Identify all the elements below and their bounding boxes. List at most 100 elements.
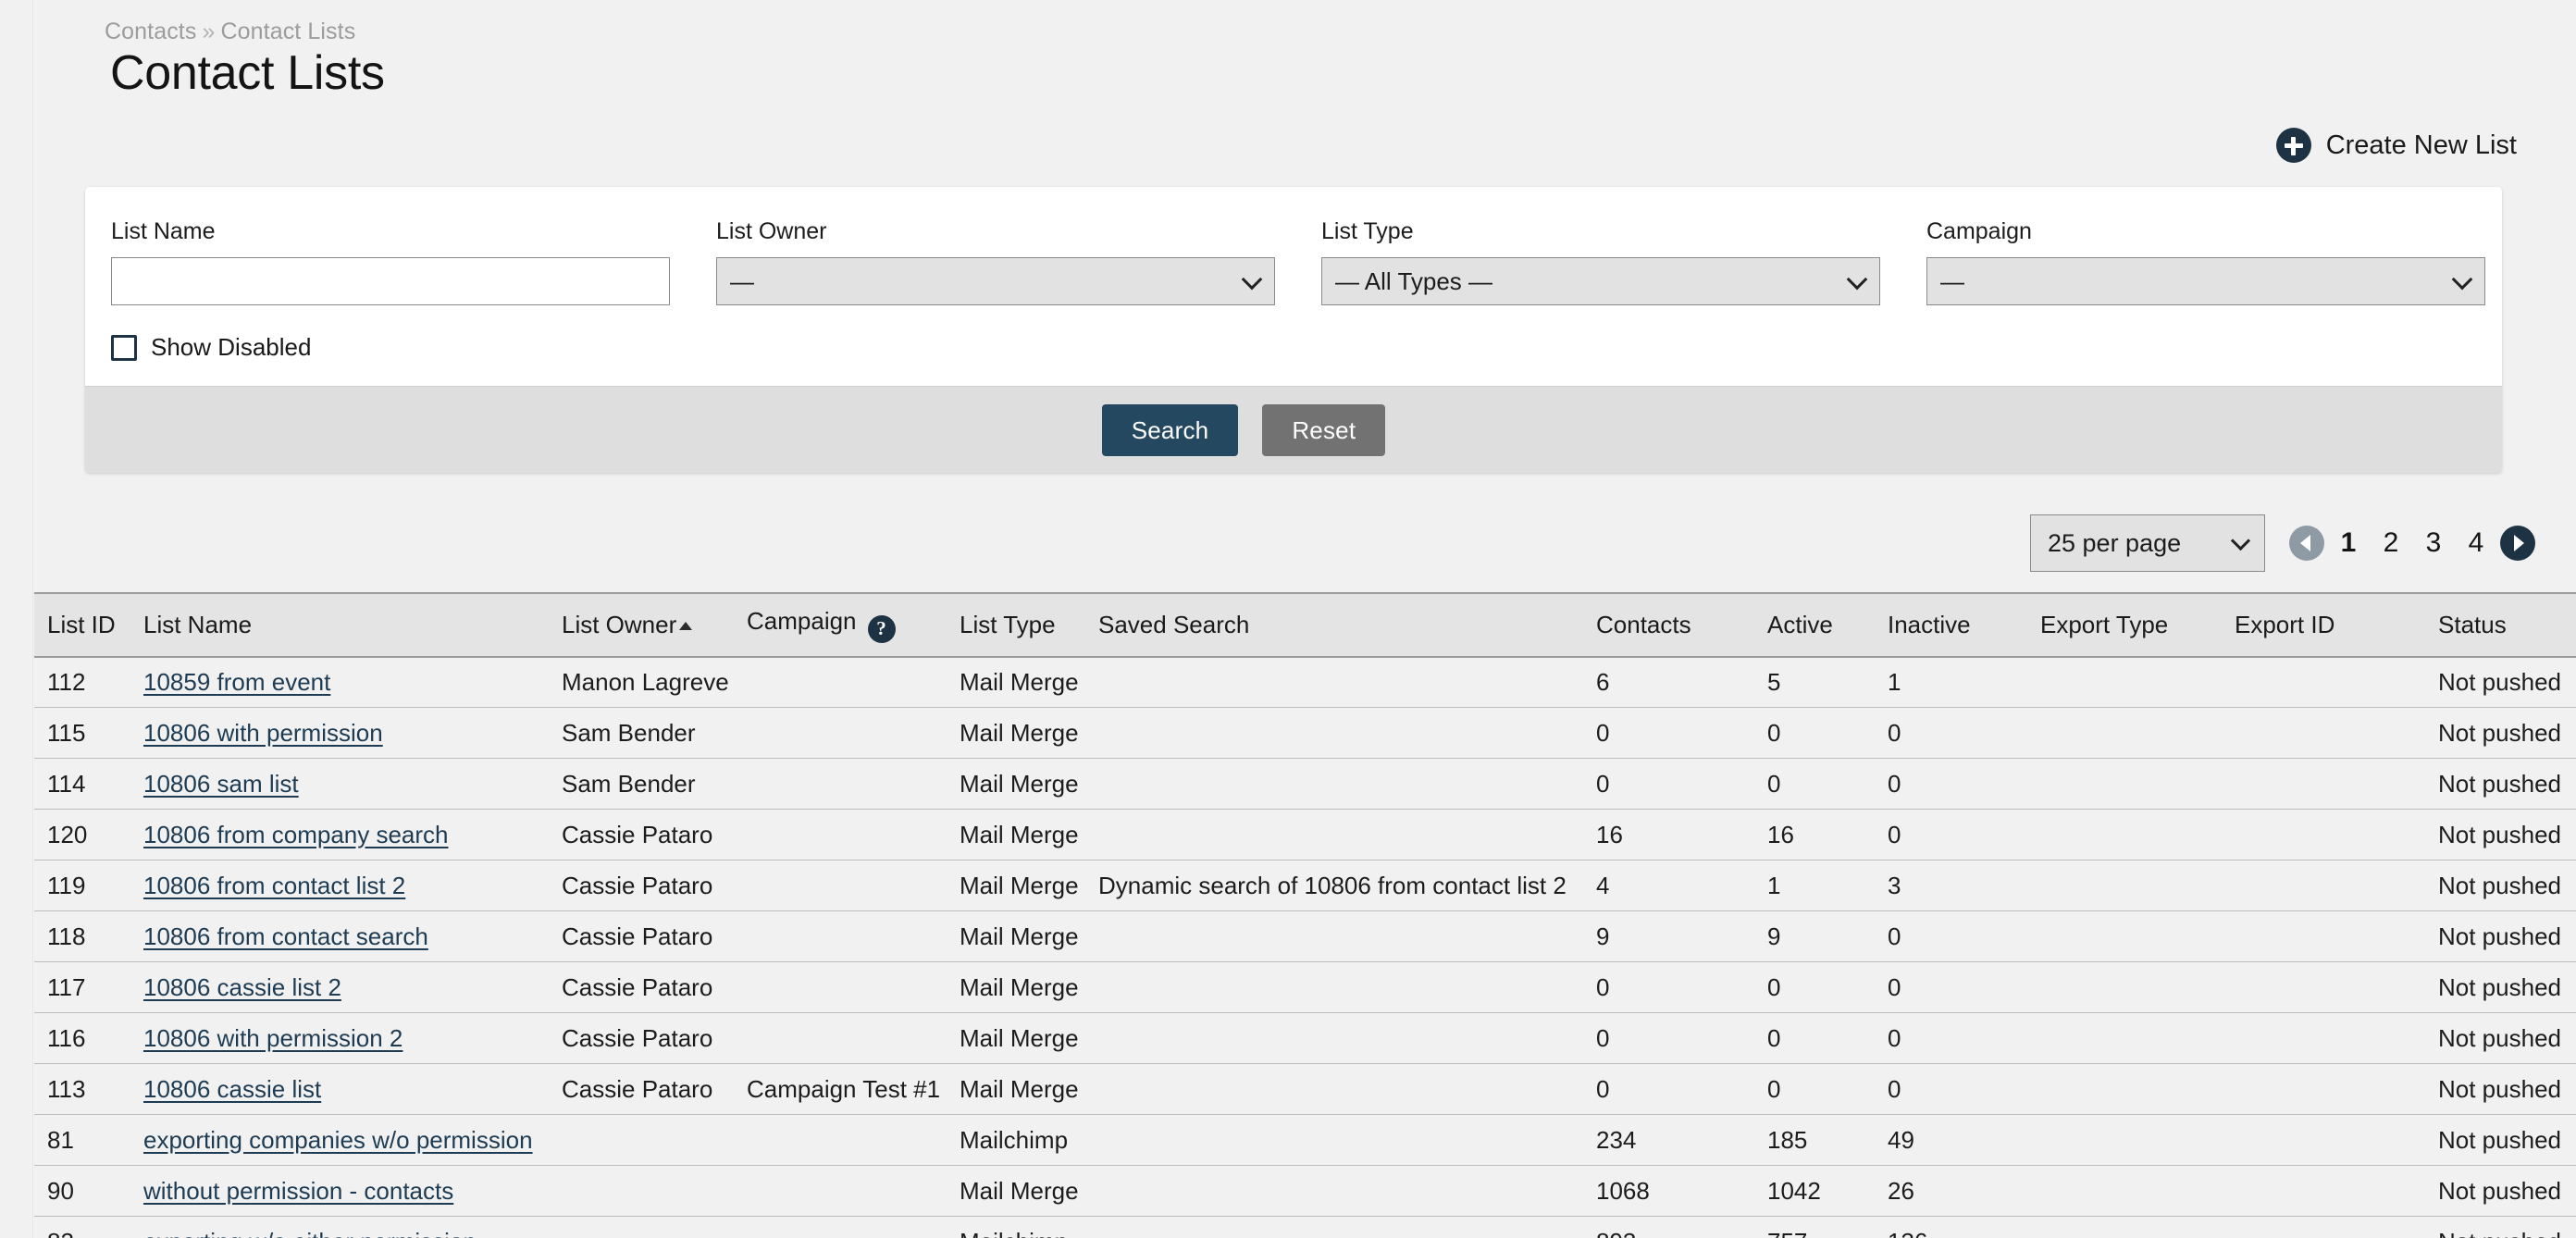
pagination-bar: 25 per page 1 2 3 4: [2030, 514, 2535, 572]
cell-status: Not pushed: [2438, 1115, 2576, 1166]
breadcrumb-separator: »: [202, 19, 215, 44]
cell-list-name: 10806 from contact search: [143, 911, 562, 962]
list-name-link[interactable]: 10806 from company search: [143, 821, 449, 848]
cell-campaign: [747, 911, 960, 962]
page-number-2[interactable]: 2: [2372, 527, 2409, 559]
list-owner-label: List Owner: [716, 218, 1275, 245]
cell-list-type: Mail Merge: [960, 708, 1098, 759]
list-name-input[interactable]: [111, 257, 670, 305]
create-new-list-button[interactable]: Create New List: [2276, 128, 2517, 163]
table-row: 11910806 from contact list 2Cassie Patar…: [34, 860, 2576, 911]
list-name-link[interactable]: 10806 cassie list 2: [143, 973, 341, 1001]
create-new-list-label: Create New List: [2326, 130, 2517, 161]
prev-page-button[interactable]: [2289, 526, 2324, 561]
column-header-list-owner[interactable]: List Owner: [562, 593, 747, 657]
list-name-link[interactable]: 10806 from contact search: [143, 922, 428, 950]
cell-campaign: [747, 1217, 960, 1238]
cell-list-owner: [562, 1217, 747, 1238]
cell-inactive: 3: [1888, 860, 2040, 911]
cell-export-id: [2235, 860, 2438, 911]
cell-status: Not pushed: [2438, 1217, 2576, 1238]
list-type-select[interactable]: — All Types —: [1321, 257, 1880, 305]
reset-button[interactable]: Reset: [1262, 404, 1385, 456]
column-header-inactive[interactable]: Inactive: [1888, 593, 2040, 657]
page-number-1[interactable]: 1: [2330, 527, 2367, 559]
cell-contacts: 0: [1596, 1064, 1767, 1115]
cell-export-type: [2040, 657, 2235, 708]
chevron-left-icon: [2300, 535, 2310, 551]
column-header-saved-search[interactable]: Saved Search: [1098, 593, 1596, 657]
cell-status: Not pushed: [2438, 657, 2576, 708]
list-name-link[interactable]: 10806 sam list: [143, 770, 299, 798]
column-header-export-id[interactable]: Export ID: [2235, 593, 2438, 657]
column-header-export-type[interactable]: Export Type: [2040, 593, 2235, 657]
cell-campaign: Campaign Test #1: [747, 1064, 960, 1115]
table-row: 11510806 with permissionSam BenderMail M…: [34, 708, 2576, 759]
cell-saved-search: [1098, 1064, 1596, 1115]
column-header-list-id[interactable]: List ID: [34, 593, 143, 657]
cell-list-id: 81: [34, 1115, 143, 1166]
contact-lists-table: List ID List Name List Owner Campaign? L…: [34, 592, 2576, 1238]
column-header-contacts[interactable]: Contacts: [1596, 593, 1767, 657]
list-name-link[interactable]: 10806 from contact list 2: [143, 872, 405, 899]
cell-inactive: 1: [1888, 657, 2040, 708]
cell-saved-search: [1098, 708, 1596, 759]
cell-export-id: [2235, 1064, 2438, 1115]
chevron-down-icon: [2452, 269, 2473, 291]
list-name-link[interactable]: exporting w/o either permission: [143, 1228, 477, 1238]
page-number-4[interactable]: 4: [2458, 527, 2495, 559]
cell-list-id: 119: [34, 860, 143, 911]
cell-export-type: [2040, 1013, 2235, 1064]
cell-export-type: [2040, 810, 2235, 860]
cell-export-id: [2235, 759, 2438, 810]
list-owner-select[interactable]: —: [716, 257, 1275, 305]
per-page-select[interactable]: 25 per page: [2030, 514, 2265, 572]
cell-list-name: 10806 from company search: [143, 810, 562, 860]
cell-contacts: 4: [1596, 860, 1767, 911]
cell-saved-search: [1098, 962, 1596, 1013]
cell-list-type: Mail Merge: [960, 962, 1098, 1013]
list-name-link[interactable]: 10806 cassie list: [143, 1075, 321, 1103]
cell-export-id: [2235, 962, 2438, 1013]
cell-list-type: Mailchimp: [960, 1115, 1098, 1166]
cell-export-type: [2040, 962, 2235, 1013]
sort-ascending-icon: [679, 622, 692, 630]
list-name-link[interactable]: 10859 from event: [143, 668, 330, 696]
page-number-3[interactable]: 3: [2415, 527, 2452, 559]
cell-export-type: [2040, 1115, 2235, 1166]
cell-list-name: 10806 with permission: [143, 708, 562, 759]
next-page-button[interactable]: [2500, 526, 2535, 561]
campaign-select[interactable]: —: [1926, 257, 2485, 305]
column-header-status[interactable]: Status: [2438, 593, 2576, 657]
column-header-campaign[interactable]: Campaign?: [747, 593, 960, 657]
breadcrumb-parent[interactable]: Contacts: [105, 19, 196, 44]
column-header-list-name[interactable]: List Name: [143, 593, 562, 657]
column-header-campaign-label: Campaign: [747, 607, 857, 635]
list-name-link[interactable]: 10806 with permission: [143, 719, 383, 747]
breadcrumb-current[interactable]: Contact Lists: [220, 19, 355, 44]
cell-status: Not pushed: [2438, 759, 2576, 810]
cell-contacts: 1068: [1596, 1166, 1767, 1217]
cell-campaign: [747, 657, 960, 708]
filter-list-owner: List Owner —: [716, 218, 1275, 305]
cell-active: 0: [1767, 708, 1888, 759]
column-header-active[interactable]: Active: [1767, 593, 1888, 657]
cell-list-name: exporting w/o either permission: [143, 1217, 562, 1238]
cell-export-type: [2040, 860, 2235, 911]
help-icon[interactable]: ?: [868, 615, 896, 643]
cell-status: Not pushed: [2438, 962, 2576, 1013]
cell-active: 0: [1767, 1013, 1888, 1064]
column-header-list-type[interactable]: List Type: [960, 593, 1098, 657]
cell-inactive: 49: [1888, 1115, 2040, 1166]
list-type-value: — All Types —: [1335, 267, 1492, 296]
list-name-link[interactable]: exporting companies w/o permission: [143, 1126, 533, 1154]
cell-active: 9: [1767, 911, 1888, 962]
list-name-link[interactable]: 10806 with permission 2: [143, 1024, 402, 1052]
cell-list-id: 117: [34, 962, 143, 1013]
show-disabled-checkbox[interactable]: Show Disabled: [111, 333, 389, 362]
list-name-link[interactable]: without permission - contacts: [143, 1177, 453, 1205]
cell-export-id: [2235, 657, 2438, 708]
cell-saved-search: [1098, 1166, 1596, 1217]
search-button[interactable]: Search: [1102, 404, 1239, 456]
cell-export-type: [2040, 708, 2235, 759]
